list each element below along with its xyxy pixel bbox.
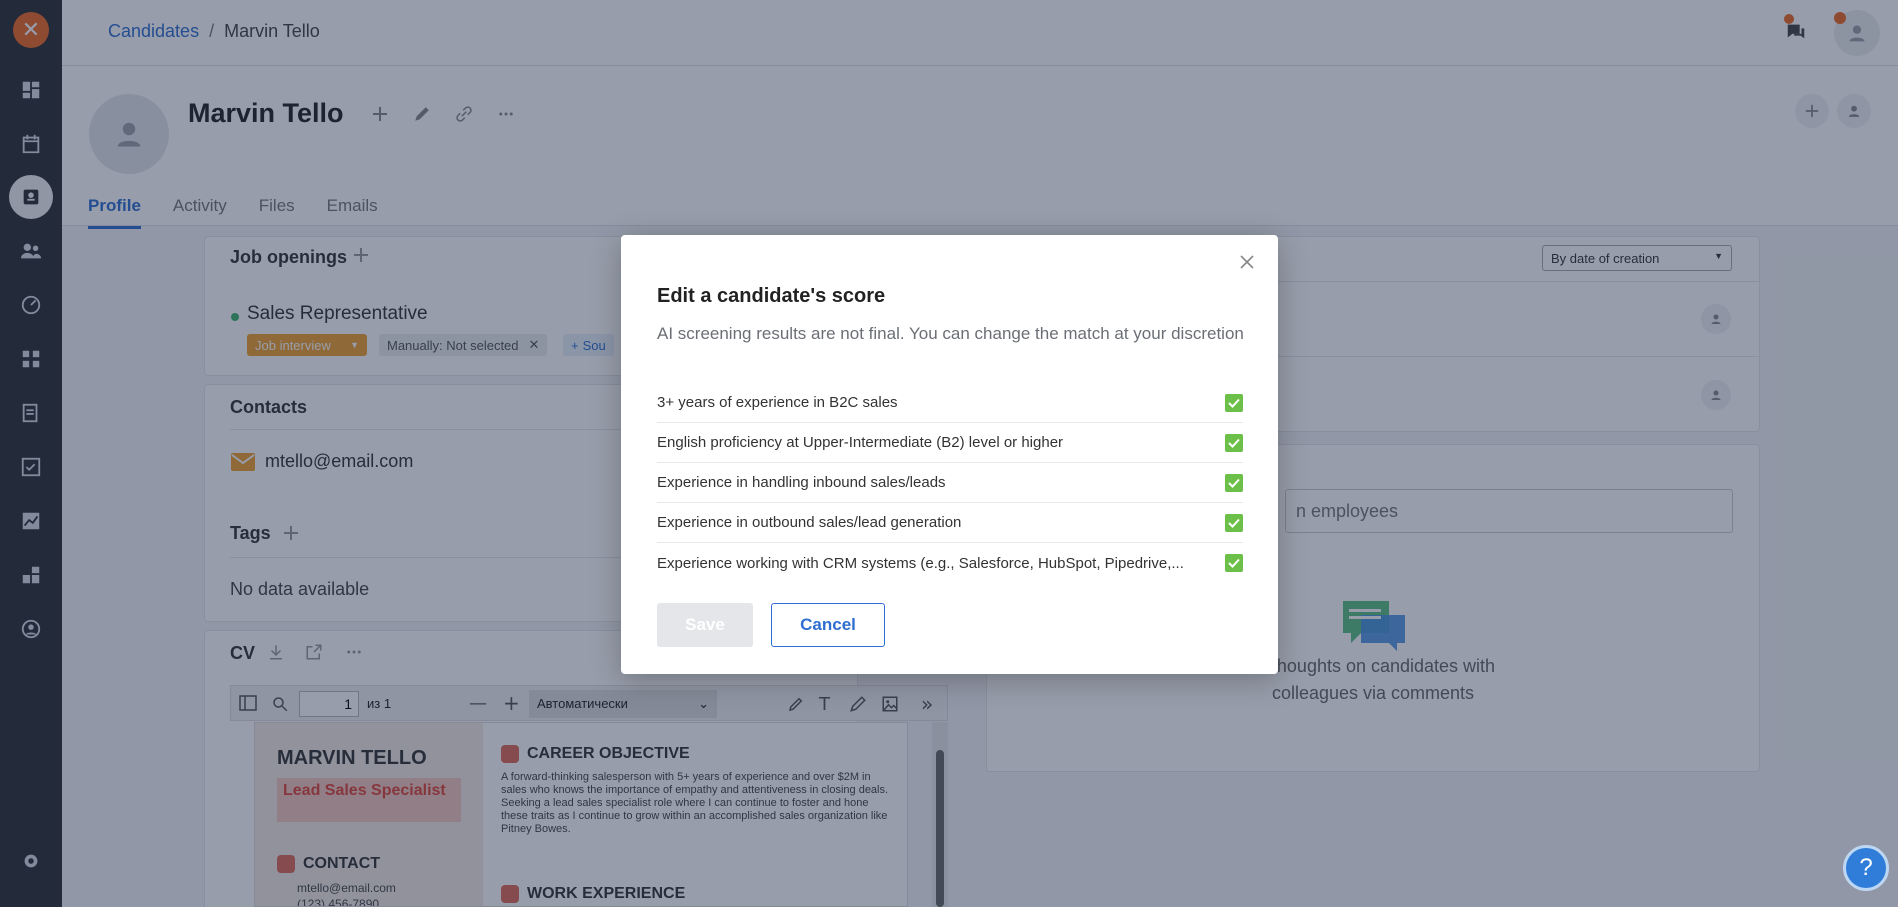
help-label: ? [1859, 854, 1873, 881]
close-icon[interactable] [1236, 251, 1258, 273]
criteria-list: 3+ years of experience in B2C sales Engl… [657, 383, 1243, 583]
modal-title: Edit a candidate's score [657, 285, 886, 307]
criterion-label: Experience working with CRM systems (e.g… [657, 554, 1184, 572]
criterion-checkbox[interactable] [1225, 554, 1243, 572]
criterion-row: English proficiency at Upper-Intermediat… [657, 423, 1243, 463]
save-button[interactable]: Save [657, 603, 753, 647]
criterion-label: Experience in outbound sales/lead genera… [657, 514, 962, 531]
criterion-checkbox[interactable] [1225, 434, 1243, 452]
criterion-label: English proficiency at Upper-Intermediat… [657, 434, 1064, 451]
criterion-checkbox[interactable] [1225, 394, 1243, 412]
criterion-label: Experience in handling inbound sales/lea… [657, 474, 946, 491]
criterion-row: Experience in outbound sales/lead genera… [657, 503, 1243, 543]
edit-score-modal: Edit a candidate's score AI screening re… [621, 235, 1278, 674]
modal-description: AI screening results are not final. You … [657, 324, 1244, 343]
criterion-row: 3+ years of experience in B2C sales [657, 383, 1243, 423]
help-button[interactable]: ? [1843, 845, 1889, 891]
criterion-row: Experience working with CRM systems (e.g… [657, 543, 1243, 583]
cancel-button[interactable]: Cancel [771, 603, 885, 647]
criterion-label: 3+ years of experience in B2C sales [657, 394, 898, 411]
criterion-row: Experience in handling inbound sales/lea… [657, 463, 1243, 503]
criterion-checkbox[interactable] [1225, 514, 1243, 532]
criterion-checkbox[interactable] [1225, 474, 1243, 492]
